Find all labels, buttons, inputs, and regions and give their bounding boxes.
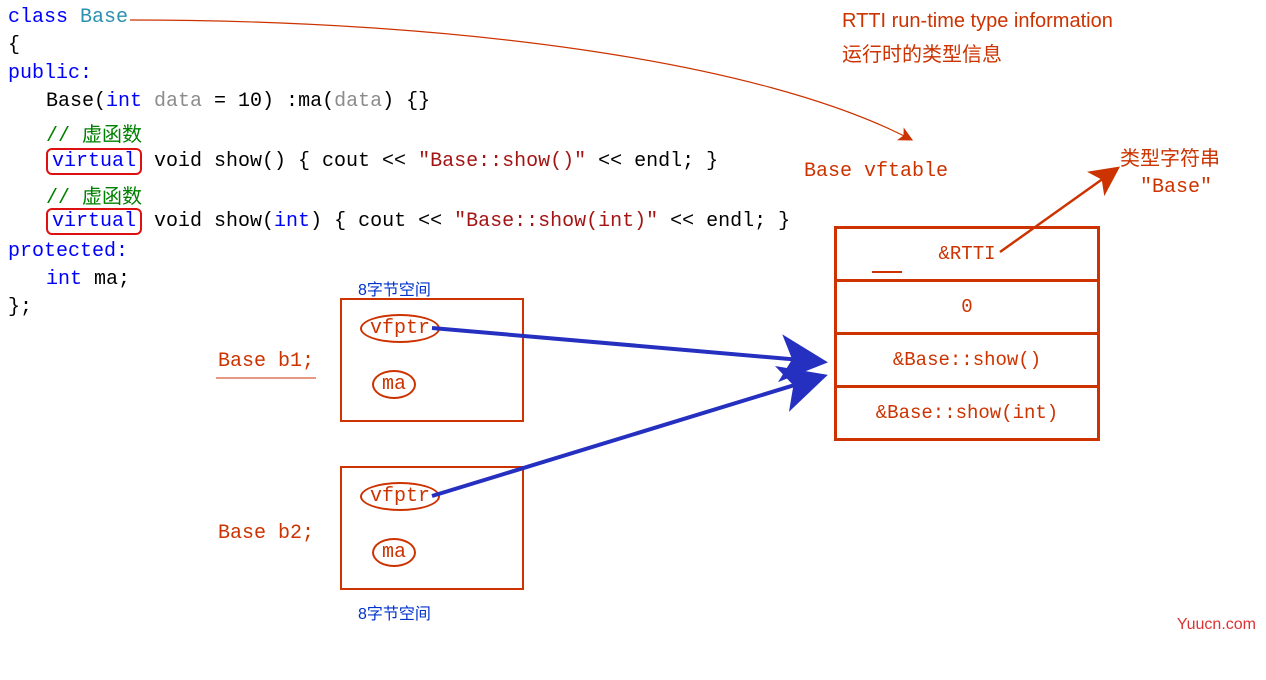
public-kw: public: <box>8 62 92 85</box>
code-line-1: class Base <box>8 6 128 29</box>
type-string-label: 类型字符串 <box>1120 142 1220 171</box>
watermark: Yuucn.com <box>1177 616 1256 634</box>
object-box-b1: vfptr ma <box>340 298 524 422</box>
vftable-row-offset: 0 <box>837 282 1097 335</box>
vftable-box: &RTTI 0 &Base::show() &Base::show(int) <box>834 226 1100 441</box>
class-name: Base <box>80 6 128 29</box>
base-b2-label: Base b2; <box>218 522 314 545</box>
vftable-row-rtti: &RTTI <box>837 229 1097 282</box>
arrow-class-vftable <box>130 20 912 140</box>
brace-open: { <box>8 34 20 57</box>
show1-str: "Base::show()" <box>418 150 586 173</box>
show2-sig: void show( <box>142 210 274 233</box>
vftable-row-show-int: &Base::show(int) <box>837 388 1097 438</box>
ctor-param: data <box>142 90 202 113</box>
vftable-row-show: &Base::show() <box>837 335 1097 388</box>
ctor-end: ) {} <box>382 90 430 113</box>
virtual-box-2: virtual <box>46 208 142 235</box>
show1-line: virtual void show() { cout << "Base::sho… <box>46 148 718 175</box>
rtti-line-1: RTTI run-time type information <box>842 10 1113 33</box>
show2-int: int <box>274 210 310 233</box>
show2-end: << endl; } <box>658 210 790 233</box>
comment-1: // 虚函数 <box>46 118 142 148</box>
ctor-def: = 10) :ma( <box>202 90 334 113</box>
ma-field-b2: ma <box>372 538 416 567</box>
type-string-value: "Base" <box>1140 176 1212 199</box>
ctor-pre: Base( <box>46 90 106 113</box>
show2-line: virtual void show(int) { cout << "Base::… <box>46 208 790 235</box>
object-box-b2: vfptr ma <box>340 466 524 590</box>
vfptr-field-b2: vfptr <box>360 482 440 511</box>
ma-field-b1: ma <box>372 370 416 399</box>
member-name: ma; <box>82 268 130 291</box>
ctor-arg: data <box>334 90 382 113</box>
ctor-int: int <box>106 90 142 113</box>
show1-sig: void show() { cout << <box>142 150 418 173</box>
ctor-line: Base(int data = 10) :ma(data) {} <box>46 90 430 113</box>
kw-class: class <box>8 6 68 29</box>
protected-kw: protected: <box>8 240 128 263</box>
virtual-box-1: virtual <box>46 148 142 175</box>
eight-byte-bottom: 8字节空间 <box>358 600 431 624</box>
show2-sig2: ) { cout << <box>310 210 454 233</box>
rtti-line-2: 运行时的类型信息 <box>842 38 1002 67</box>
comment-2: // 虚函数 <box>46 180 142 210</box>
member-line: int ma; <box>46 268 130 291</box>
brace-close: }; <box>8 296 32 319</box>
base-b1-label: Base b1; <box>218 350 314 373</box>
show2-str: "Base::show(int)" <box>454 210 658 233</box>
vfptr-field-b1: vfptr <box>360 314 440 343</box>
show1-end: << endl; } <box>586 150 718 173</box>
member-type: int <box>46 268 82 291</box>
vftable-title: Base vftable <box>804 160 948 183</box>
eight-byte-top: 8字节空间 <box>358 276 431 300</box>
